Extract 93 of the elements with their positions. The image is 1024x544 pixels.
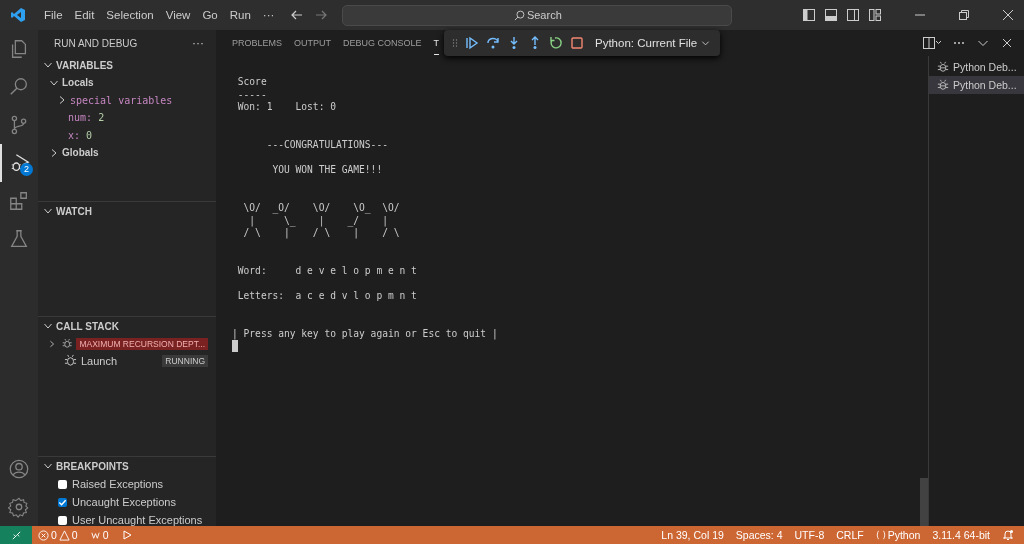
drag-handle-icon[interactable] — [452, 37, 458, 49]
panel-tab[interactable]: OUTPUT — [294, 31, 331, 55]
account-icon[interactable] — [8, 458, 30, 480]
status-item[interactable]: Spaces: 4 — [735, 529, 783, 541]
menu-item[interactable]: Run — [223, 9, 257, 21]
bug-icon — [937, 61, 949, 73]
terminal-line: \O/ _O/ \O/ \O_ \O/ — [242, 201, 401, 215]
toggle-panel-icon[interactable] — [824, 8, 838, 22]
more-actions-button[interactable]: ··· — [192, 36, 204, 50]
panel-tab[interactable]: DEBUG CONSOLE — [343, 31, 422, 55]
breakpoint-label: Raised Exceptions — [72, 478, 164, 490]
bug-icon — [62, 337, 73, 350]
scope-item[interactable]: Globals — [38, 144, 216, 162]
panel-tab[interactable]: T — [433, 31, 440, 55]
toggle-sidebar-icon[interactable] — [802, 8, 816, 22]
split-terminal-icon[interactable] — [922, 36, 942, 50]
customize-layout-icon[interactable] — [868, 8, 882, 22]
menu-item[interactable]: Edit — [68, 9, 101, 21]
session-label[interactable]: Launch — [81, 354, 118, 367]
status-item[interactable]: UTF-8 — [794, 529, 825, 541]
checkbox[interactable] — [58, 497, 67, 507]
braces-icon — [875, 530, 886, 540]
section-header[interactable]: VARIABLES — [38, 56, 216, 74]
terminal-line: / \ | / \ | / \ — [242, 227, 401, 240]
menu-item[interactable]: File — [38, 9, 69, 21]
settings-icon[interactable] — [8, 496, 30, 518]
terminal-line: Word: d e v e l o p m e n t — [236, 264, 418, 278]
search-icon — [514, 9, 526, 21]
terminal-line: Score — [236, 76, 268, 89]
remote-icon — [10, 529, 22, 541]
menu-item[interactable]: ··· — [256, 9, 281, 21]
terminal-line: Won: 1 Lost: 0 — [236, 101, 337, 114]
search-field[interactable]: Search — [342, 4, 733, 26]
terminal-line: YOU WON THE GAME!!! — [271, 164, 384, 177]
chevron-icon[interactable] — [48, 338, 56, 349]
continue-icon[interactable] — [465, 36, 479, 50]
activity-badge: 2 — [20, 163, 33, 176]
status-item[interactable]: 3.11.4 64-bit — [932, 529, 990, 541]
panel-tab[interactable]: PROBLEMS — [232, 31, 282, 55]
stop-icon[interactable] — [570, 36, 584, 50]
section-header[interactable]: BREAKPOINTS — [38, 457, 216, 475]
terminal-tab[interactable]: Python Deb... — [929, 58, 1024, 76]
back-arrow-icon[interactable] — [290, 8, 305, 22]
error-icon — [38, 529, 49, 541]
terminal-line: | Press any key to play again or Esc to quit | — [232, 327, 499, 341]
variable-item[interactable]: num: 2 — [38, 109, 216, 127]
app-logo-icon — [10, 7, 26, 23]
checkbox[interactable] — [58, 515, 67, 525]
checkbox[interactable] — [58, 479, 67, 489]
problems-button[interactable]: 0 0 — [38, 529, 78, 541]
status-item[interactable]: Ln 39, Col 19 — [661, 529, 724, 541]
terminal-line: ----- — [236, 88, 268, 102]
menu-item[interactable]: View — [159, 9, 197, 21]
section-header[interactable]: WATCH — [38, 202, 216, 220]
scrollbar-thumb[interactable] — [920, 478, 928, 526]
close-icon[interactable] — [1002, 9, 1014, 21]
variable-item[interactable]: x: 0 — [38, 126, 216, 144]
status-badge: RUNNING — [162, 354, 208, 367]
antenna-icon — [89, 529, 101, 541]
restore-icon[interactable] — [958, 9, 970, 21]
step-over-icon[interactable] — [486, 36, 500, 50]
notifications-icon[interactable] — [1002, 529, 1014, 541]
bug-icon — [937, 79, 949, 91]
menu-item[interactable]: Go — [196, 9, 224, 21]
ports-button[interactable]: 0 — [89, 529, 109, 541]
language-mode-button[interactable]: Python — [875, 529, 921, 541]
bug-icon — [64, 354, 77, 367]
status-item[interactable]: CRLF — [836, 529, 864, 541]
blocks-icon — [8, 190, 30, 212]
forward-arrow-icon[interactable] — [314, 8, 329, 22]
variable-group[interactable]: special variables — [38, 91, 216, 109]
menu-item[interactable]: Selection — [100, 9, 160, 21]
terminal-line: Letters: a c e d v l o p m n t — [236, 290, 418, 303]
toggle-secondary-sidebar-icon[interactable] — [846, 8, 860, 22]
checkmark-icon — [58, 497, 67, 507]
sidebar-title: RUN AND DEBUG — [54, 37, 138, 49]
scope-item[interactable]: Locals — [38, 74, 216, 92]
terminal-cursor — [232, 340, 238, 353]
warning-icon — [58, 529, 70, 541]
breakpoint-label: Uncaught Exceptions — [72, 496, 176, 508]
terminal-line: | \_ | _/ | — [248, 214, 389, 228]
status-badge: MAXIMUM RECURSION DEPT... — [76, 337, 208, 350]
breakpoint-label: User Uncaught Exceptions — [72, 514, 203, 526]
close-icon[interactable] — [1000, 36, 1014, 50]
search-icon — [8, 76, 30, 98]
terminal-line: ---CONGRATULATIONS--- — [265, 138, 389, 152]
debug-launch-icon[interactable] — [120, 529, 133, 541]
flask-icon — [8, 228, 30, 250]
section-header[interactable]: CALL STACK — [38, 317, 216, 335]
play-bug-icon — [9, 152, 31, 174]
configuration-dropdown[interactable]: Python: Current File — [595, 37, 711, 49]
terminal-tab[interactable]: Python Deb... — [929, 76, 1024, 94]
restart-icon[interactable] — [549, 36, 563, 50]
